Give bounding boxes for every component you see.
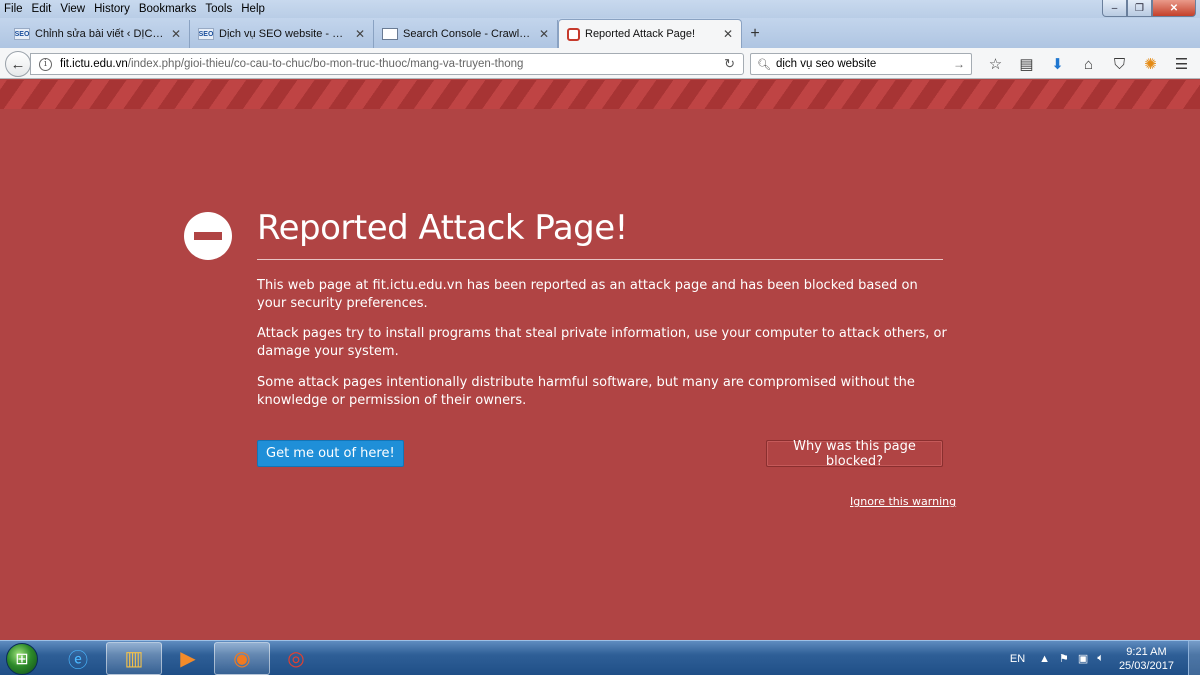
search-input[interactable]: dịch vụ seo website xyxy=(776,58,876,70)
menu-bookmarks[interactable]: Bookmarks xyxy=(139,3,197,15)
menu-tools[interactable]: Tools xyxy=(205,3,232,15)
menu-edit[interactable]: Edit xyxy=(32,3,52,15)
show-hidden-icons-icon[interactable]: ▲ xyxy=(1039,653,1050,665)
window-controls: ‒ ❐ ✕ xyxy=(1102,0,1196,17)
url-path: /index.php/gioi-thieu/co-cau-to-chuc/bo-… xyxy=(127,58,524,70)
reload-icon[interactable]: ↻ xyxy=(724,56,735,72)
new-tab-button[interactable]: + xyxy=(742,20,768,48)
url-host: fit.ictu.edu.vn xyxy=(60,58,128,70)
back-button[interactable]: ← xyxy=(5,51,31,77)
close-tab-icon[interactable]: ✕ xyxy=(171,27,181,41)
clock[interactable]: 9:21 AM 25/03/2017 xyxy=(1119,645,1174,673)
hamburger-menu-icon[interactable]: ☰ xyxy=(1166,53,1197,75)
tab-edit-post[interactable]: SEO Chỉnh sửa bài viết ‹ DỊCH V... ✕ xyxy=(6,20,190,48)
search-go-icon[interactable]: → xyxy=(953,57,965,71)
close-tab-icon[interactable]: ✕ xyxy=(723,27,733,41)
clock-time: 9:21 AM xyxy=(1126,645,1167,658)
close-tab-icon[interactable]: ✕ xyxy=(539,27,549,41)
extension-icon[interactable]: ✺ xyxy=(1135,53,1166,75)
downloads-icon[interactable]: ⬇ xyxy=(1042,53,1073,75)
page-title: Reported Attack Page! xyxy=(257,208,628,248)
menu-help[interactable]: Help xyxy=(241,3,265,15)
windows-logo-icon: ⊞ xyxy=(15,651,29,668)
url-text: fit.ictu.edu.vn/index.php/gioi-thieu/co-… xyxy=(60,58,523,70)
start-button[interactable]: ⊞ xyxy=(6,643,38,675)
title-divider xyxy=(257,259,943,260)
menu-file[interactable]: File xyxy=(4,3,23,15)
warning-paragraph-3: Some attack pages intentionally distribu… xyxy=(257,375,915,408)
close-window-button[interactable]: ✕ xyxy=(1152,0,1196,17)
info-icon[interactable]: i xyxy=(39,57,52,71)
clock-date: 25/03/2017 xyxy=(1118,659,1174,672)
action-center-icon[interactable]: ⚑ xyxy=(1059,652,1069,665)
menu-bar: File Edit View History Bookmarks Tools H… xyxy=(0,0,1200,18)
tab-label: Dịch vụ SEO website - DỊC... xyxy=(219,28,349,40)
tab-search-console[interactable]: Search Console - Crawl URL ✕ xyxy=(374,20,558,48)
stop-icon xyxy=(184,212,232,260)
language-indicator[interactable]: EN xyxy=(1010,653,1025,665)
menu-history[interactable]: History xyxy=(94,3,130,15)
ignore-warning-link[interactable]: Ignore this warning xyxy=(850,495,956,508)
tab-strip: SEO Chỉnh sửa bài viết ‹ DỊCH V... ✕ SEO… xyxy=(0,18,1200,48)
tab-label: Search Console - Crawl URL xyxy=(403,28,533,40)
tab-label: Reported Attack Page! xyxy=(585,28,696,40)
tab-seo-service[interactable]: SEO Dịch vụ SEO website - DỊC... ✕ xyxy=(190,20,374,48)
show-desktop-button[interactable] xyxy=(1188,641,1200,675)
network-icon[interactable]: ▣ xyxy=(1078,652,1088,665)
home-icon[interactable]: ⌂ xyxy=(1073,53,1104,75)
warning-paragraph-1: This web page at fit.ictu.edu.vn has bee… xyxy=(257,278,918,311)
toolbar-icons: ☆ ▤ ⬇ ⌂ ⛉ ✺ ☰ xyxy=(980,53,1197,75)
taskbar: ⊞ ⓔ ▥ ▶ ◉ ◎ EN ▲ ⚑ ▣ 🔈︎ 9:21 AM 25/03/20… xyxy=(0,640,1200,675)
url-bar[interactable]: i fit.ictu.edu.vn/index.php/gioi-thieu/c… xyxy=(30,53,744,75)
internet-explorer-icon[interactable]: ⓔ xyxy=(50,642,106,675)
search-bar[interactable]: 🔍︎ dịch vụ seo website → xyxy=(750,53,972,75)
search-icon: 🔍︎ xyxy=(757,58,771,71)
navigation-bar: i fit.ictu.edu.vn/index.php/gioi-thieu/c… xyxy=(0,48,1200,79)
get-me-out-button[interactable]: Get me out of here! xyxy=(257,440,404,467)
bookmarks-menu-icon[interactable]: ▤ xyxy=(1011,53,1042,75)
page-favicon-icon xyxy=(382,28,398,40)
minimize-button[interactable]: ‒ xyxy=(1102,0,1127,17)
back-arrow-icon: ← xyxy=(10,55,26,73)
menu-view[interactable]: View xyxy=(60,3,85,15)
windows-explorer-icon[interactable]: ▥ xyxy=(106,642,162,675)
seo-favicon-icon: SEO xyxy=(198,28,214,40)
media-player-icon[interactable]: ▶ xyxy=(160,642,216,675)
system-tray: EN ▲ ⚑ ▣ 🔈︎ 9:21 AM 25/03/2017 xyxy=(1010,641,1200,675)
pocket-icon[interactable]: ⛉ xyxy=(1104,53,1135,75)
bookmark-star-icon[interactable]: ☆ xyxy=(980,53,1011,75)
tab-label: Chỉnh sửa bài viết ‹ DỊCH V... xyxy=(35,28,165,40)
warning-stripe-band xyxy=(0,80,1200,109)
warning-favicon-icon xyxy=(567,27,580,41)
volume-icon[interactable]: 🔈︎ xyxy=(1097,652,1104,665)
firefox-icon[interactable]: ◉ xyxy=(214,642,270,675)
tab-reported-attack[interactable]: Reported Attack Page! ✕ xyxy=(558,19,742,48)
why-blocked-button[interactable]: Why was this page blocked? xyxy=(766,439,943,469)
seo-favicon-icon: SEO xyxy=(14,28,30,40)
warning-paragraph-2: Attack pages try to install programs tha… xyxy=(257,326,947,359)
chrome-icon[interactable]: ◎ xyxy=(268,642,324,675)
close-tab-icon[interactable]: ✕ xyxy=(355,27,365,41)
maximize-button[interactable]: ❐ xyxy=(1127,0,1152,17)
